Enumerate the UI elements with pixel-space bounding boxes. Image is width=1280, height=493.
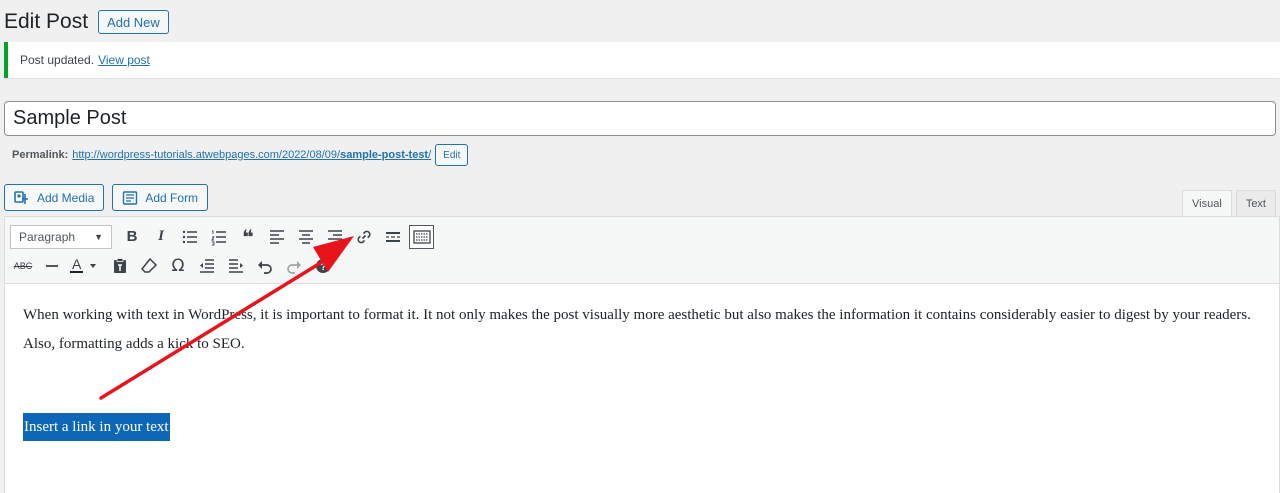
help-icon[interactable]: ? xyxy=(310,253,336,279)
add-media-icon xyxy=(14,190,28,204)
form-icon xyxy=(123,190,138,205)
selected-text[interactable]: Insert a link in your text xyxy=(23,413,170,441)
italic-icon[interactable]: I xyxy=(148,224,174,250)
tab-visual[interactable]: Visual xyxy=(1182,190,1232,217)
format-select[interactable]: Paragraph ▼ xyxy=(10,224,112,249)
editor-toolbar: Paragraph ▼ B I ❝ ABC A Ω ? xyxy=(5,217,1279,284)
view-post-link[interactable]: View post xyxy=(98,53,150,67)
link-icon[interactable] xyxy=(351,224,377,250)
add-new-button[interactable]: Add New xyxy=(98,10,169,34)
toolbar-row-2: ABC A Ω ? xyxy=(10,251,1275,280)
text-color-icon[interactable]: A xyxy=(68,253,104,279)
format-select-value: Paragraph xyxy=(19,229,76,244)
outdent-icon[interactable] xyxy=(194,253,220,279)
page-header: Edit Post Add New xyxy=(4,8,169,36)
post-updated-notice: Post updated. View post xyxy=(4,42,1280,78)
numbered-list-icon[interactable] xyxy=(206,224,232,250)
read-more-icon[interactable] xyxy=(380,224,406,250)
tab-text[interactable]: Text xyxy=(1235,190,1276,216)
page-title: Edit Post xyxy=(4,10,89,33)
add-form-label: Add Form xyxy=(145,190,199,205)
strikethrough-icon[interactable]: ABC xyxy=(10,253,36,279)
add-media-button[interactable]: Add Media xyxy=(4,184,105,211)
toolbar-row-1: Paragraph ▼ B I ❝ xyxy=(10,222,1275,251)
special-character-icon[interactable]: Ω xyxy=(165,253,191,279)
permalink-trailing: / xyxy=(428,149,432,161)
chevron-down-icon: ▼ xyxy=(94,231,103,242)
permalink-bar: Permalink: http://wordpress-tutorials.at… xyxy=(12,144,469,166)
align-left-icon[interactable] xyxy=(264,224,290,250)
post-editor: Paragraph ▼ B I ❝ ABC A Ω ? When working… xyxy=(4,216,1280,493)
permalink-base: http://wordpress-tutorials.atwebpages.co… xyxy=(72,149,341,161)
permalink-label: Permalink: xyxy=(12,149,69,161)
redo-icon[interactable] xyxy=(281,253,307,279)
bulleted-list-icon[interactable] xyxy=(177,224,203,250)
horizontal-line-icon[interactable] xyxy=(39,253,65,279)
bold-icon[interactable]: B xyxy=(119,224,145,250)
align-center-icon[interactable] xyxy=(293,224,319,250)
indent-icon[interactable] xyxy=(223,253,249,279)
add-form-button[interactable]: Add Form xyxy=(112,184,209,211)
content-paragraph: When working with text in WordPress, it … xyxy=(23,307,1251,352)
editor-tabs: Visual Text xyxy=(1182,190,1276,217)
permalink-slug: sample-post-test xyxy=(340,149,429,161)
clear-formatting-icon[interactable] xyxy=(136,253,162,279)
edit-permalink-button[interactable]: Edit xyxy=(435,144,469,166)
media-buttons: Add Media Add Form xyxy=(4,184,209,211)
editor-content[interactable]: When working with text in WordPress, it … xyxy=(5,284,1279,459)
svg-text:?: ? xyxy=(320,262,326,273)
post-title-input[interactable]: Sample Post xyxy=(4,101,1276,136)
toolbar-toggle-icon[interactable] xyxy=(409,224,434,249)
notice-text: Post updated. xyxy=(20,53,95,67)
blockquote-icon[interactable]: ❝ xyxy=(235,224,261,250)
undo-icon[interactable] xyxy=(252,253,278,279)
add-media-label: Add Media xyxy=(37,190,95,205)
paste-text-icon[interactable] xyxy=(107,253,133,279)
align-right-icon[interactable] xyxy=(322,224,348,250)
svg-text:A: A xyxy=(72,257,82,272)
permalink-link[interactable]: http://wordpress-tutorials.atwebpages.co… xyxy=(72,149,431,161)
